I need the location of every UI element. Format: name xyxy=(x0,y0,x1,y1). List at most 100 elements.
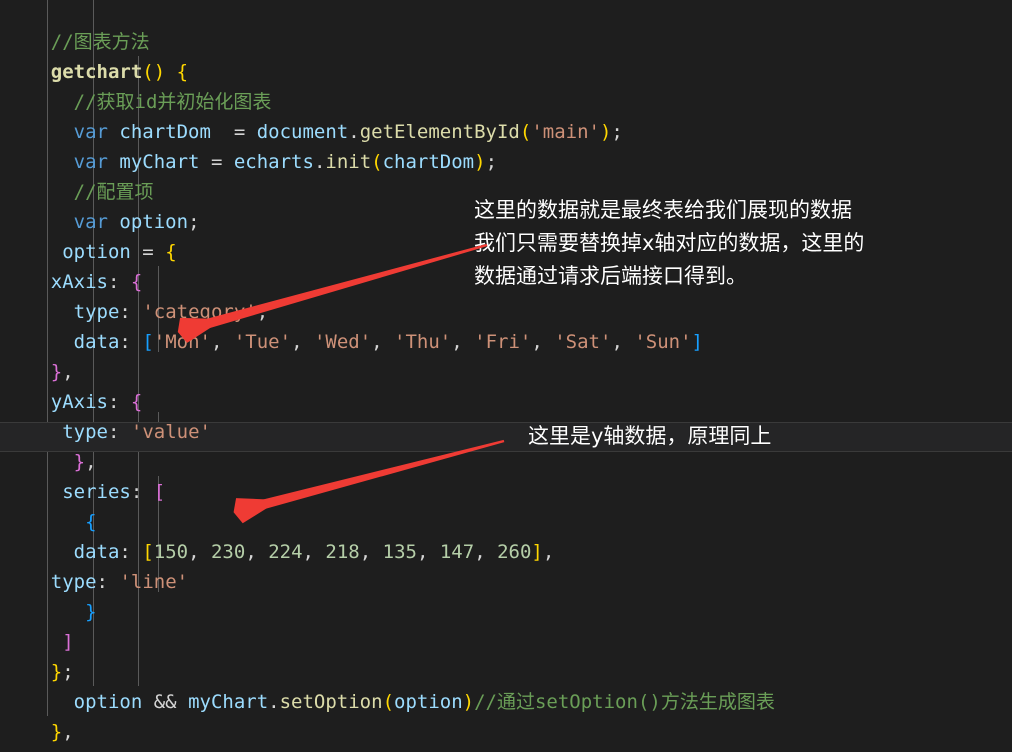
code-token: 'Sat' xyxy=(554,331,612,353)
code-line[interactable]: var chartDom = document.getElementById('… xyxy=(0,117,1012,147)
code-line[interactable]: yAxis: { xyxy=(0,387,1012,417)
code-token: var xyxy=(73,211,108,233)
code-token: 230 xyxy=(210,541,246,563)
code-token: ] xyxy=(691,331,703,353)
code-line[interactable]: ] xyxy=(0,627,1012,657)
code-token: ; xyxy=(188,211,200,233)
code-token: ) xyxy=(153,61,166,83)
code-token: setOption xyxy=(279,691,383,713)
code-line[interactable]: option && myChart.setOption(option)//通过s… xyxy=(0,687,1012,717)
code-token: } xyxy=(50,661,63,683)
code-line[interactable]: }, xyxy=(0,447,1012,477)
code-line[interactable]: { xyxy=(0,507,1012,537)
code-editor[interactable]: //图表方法 getchart() { //获取id并初始化图表 var cha… xyxy=(0,0,1012,752)
code-token: option xyxy=(62,241,131,263)
code-token: , xyxy=(359,541,383,563)
code-token: type xyxy=(50,571,97,593)
code-token: 260 xyxy=(497,541,532,563)
code-line[interactable]: }, xyxy=(0,357,1012,387)
code-token: ] xyxy=(62,631,74,653)
code-line[interactable]: }, xyxy=(0,717,1012,747)
code-token: } xyxy=(73,451,86,473)
code-token: : xyxy=(119,541,131,563)
code-token: , xyxy=(245,541,269,563)
code-token: , xyxy=(531,331,555,353)
code-line[interactable]: data: ['Mon', 'Tue', 'Wed', 'Thu', 'Fri'… xyxy=(0,327,1012,357)
code-token: [ xyxy=(142,541,154,563)
code-token: type xyxy=(62,421,108,443)
code-token: chartDom xyxy=(382,151,475,173)
code-line[interactable]: data: [150, 230, 224, 218, 135, 147, 260… xyxy=(0,537,1012,567)
code-line[interactable]: var myChart = echarts.init(chartDom); xyxy=(0,147,1012,177)
code-token: //获取id并初始化图表 xyxy=(73,91,272,113)
code-token: , xyxy=(474,541,498,563)
code-line[interactable]: } xyxy=(0,597,1012,627)
code-token: , xyxy=(188,541,211,563)
code-content[interactable]: //图表方法 getchart() { //获取id并初始化图表 var cha… xyxy=(0,0,1012,752)
code-token: : xyxy=(107,271,120,293)
code-line[interactable]: type: 'value' xyxy=(0,417,1012,447)
code-token: , xyxy=(302,541,326,563)
code-token: ( xyxy=(371,151,383,173)
code-token: [ xyxy=(153,481,166,503)
code-token: { xyxy=(165,241,177,263)
annotation-line: 我们只需要替换掉x轴对应的数据，这里的 xyxy=(474,231,865,255)
code-token: type xyxy=(73,301,120,323)
code-token: 'Wed' xyxy=(313,331,372,353)
code-token: = xyxy=(233,121,246,143)
code-token: ( xyxy=(519,121,532,143)
code-token: , xyxy=(210,331,234,353)
code-token: } xyxy=(50,361,63,383)
code-line[interactable]: type: 'line' xyxy=(0,567,1012,597)
annotation-text: 这里是y轴数据，原理同上 xyxy=(528,420,771,453)
code-token: 'line' xyxy=(119,571,189,593)
code-line[interactable]: type: 'category', xyxy=(0,297,1012,327)
code-token: ; xyxy=(62,661,74,683)
code-token: 135 xyxy=(382,541,417,563)
code-line[interactable]: //图表方法 xyxy=(0,27,1012,57)
code-token: , xyxy=(611,331,635,353)
code-token: init xyxy=(325,151,372,173)
code-line[interactable]: }, xyxy=(0,747,1012,752)
code-token: : xyxy=(107,391,120,413)
code-line[interactable]: }; xyxy=(0,657,1012,687)
code-line[interactable]: getchart() { xyxy=(0,57,1012,87)
code-token: , xyxy=(371,331,395,353)
code-token: getchart xyxy=(50,61,143,83)
code-token: : xyxy=(119,331,131,353)
code-line[interactable]: series: [ xyxy=(0,477,1012,507)
code-token: { xyxy=(130,271,143,293)
code-token: 147 xyxy=(439,541,475,563)
code-line[interactable]: //获取id并初始化图表 xyxy=(0,87,1012,117)
code-token: : xyxy=(96,571,108,593)
code-token: 'value' xyxy=(130,421,211,443)
code-token: ) xyxy=(462,691,475,713)
code-token: . xyxy=(268,691,280,713)
code-token: { xyxy=(130,391,143,413)
